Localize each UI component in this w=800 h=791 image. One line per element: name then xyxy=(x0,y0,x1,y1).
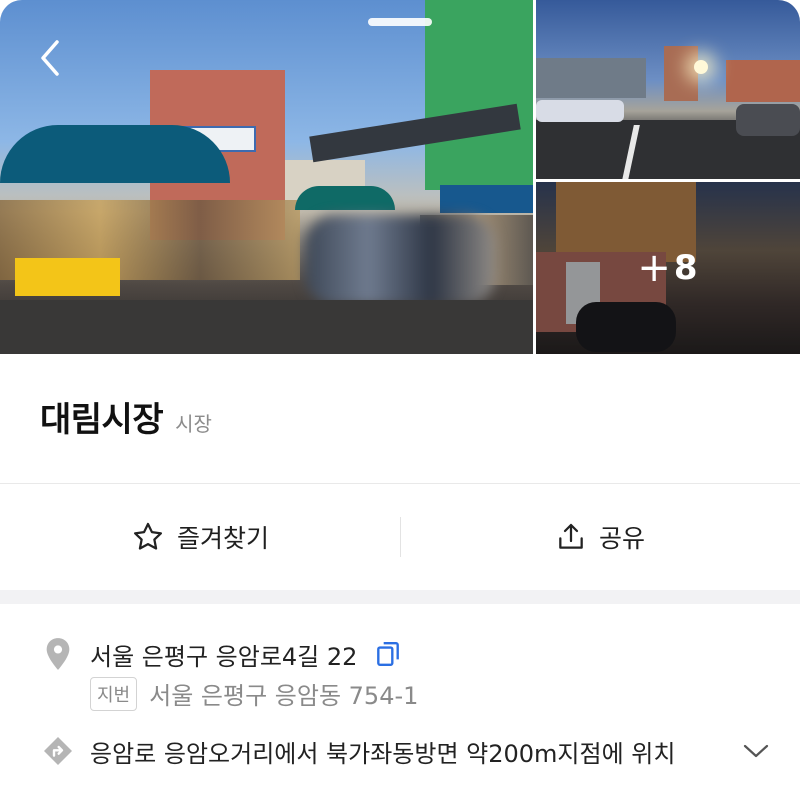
place-name: 대림시장 xyxy=(40,400,164,440)
photo-scene xyxy=(0,300,533,354)
share-label: 공유 xyxy=(598,524,645,553)
place-category: 시장 xyxy=(175,412,212,436)
jibun-address-row: 지번 서울 은평구 응암동 754-1 xyxy=(90,676,418,711)
directions-icon xyxy=(40,733,76,769)
action-bar: 즐겨찾기 공유 xyxy=(0,484,800,590)
photo-scene xyxy=(425,0,533,190)
more-photos-thumbnail[interactable]: + 8 xyxy=(536,182,800,354)
photo-scene xyxy=(0,125,230,183)
copy-icon[interactable] xyxy=(375,640,401,668)
place-title: 대림시장 시장 xyxy=(40,392,212,441)
sheet-drag-handle[interactable] xyxy=(368,18,432,26)
more-photos-number: 8 xyxy=(673,248,699,288)
photo-scene xyxy=(664,46,698,101)
photo-scene xyxy=(536,58,646,98)
photo-scene xyxy=(15,258,120,296)
thumbnail-photo[interactable] xyxy=(536,0,800,179)
star-outline-icon xyxy=(133,522,163,550)
chevron-down-icon[interactable] xyxy=(742,742,770,760)
photo-scene xyxy=(736,104,800,136)
back-button[interactable] xyxy=(28,36,72,80)
photo-scene xyxy=(305,215,495,305)
photo-scene xyxy=(295,186,395,210)
share-icon xyxy=(559,523,583,549)
location-pin-icon xyxy=(40,636,76,672)
favorite-label: 즐겨찾기 xyxy=(176,524,269,553)
directions-text: 응암로 응암오거리에서 북가좌동방면 약200m지점에 위치 xyxy=(90,739,676,768)
jibun-badge: 지번 xyxy=(90,676,138,711)
road-address-row: 서울 은평구 응암로4길 22 xyxy=(40,636,401,672)
photo-scene xyxy=(694,60,708,74)
photo-scene xyxy=(536,100,624,122)
directions-row[interactable]: 응암로 응암오거리에서 북가좌동방면 약200m지점에 위치 xyxy=(40,733,770,769)
favorite-button[interactable]: 즐겨찾기 xyxy=(0,484,400,590)
action-separator xyxy=(400,517,401,557)
place-detail-page: + 8 대림시장 시장 즐겨찾기 공유 서울 은평구 응암로4길 22 지번 서… xyxy=(0,0,800,791)
main-photo[interactable] xyxy=(0,0,533,354)
photo-scene xyxy=(726,60,800,102)
photo-gallery: + 8 xyxy=(0,0,800,354)
share-button[interactable]: 공유 xyxy=(400,484,800,590)
jibun-address: 서울 은평구 응암동 754-1 xyxy=(149,682,419,710)
plus-sign: + xyxy=(637,245,672,291)
more-photos-count: + 8 xyxy=(536,182,800,354)
chevron-left-icon xyxy=(41,40,59,76)
photo-scene xyxy=(440,185,533,213)
road-address: 서울 은평구 응암로4길 22 xyxy=(90,642,358,671)
section-divider xyxy=(0,590,800,604)
